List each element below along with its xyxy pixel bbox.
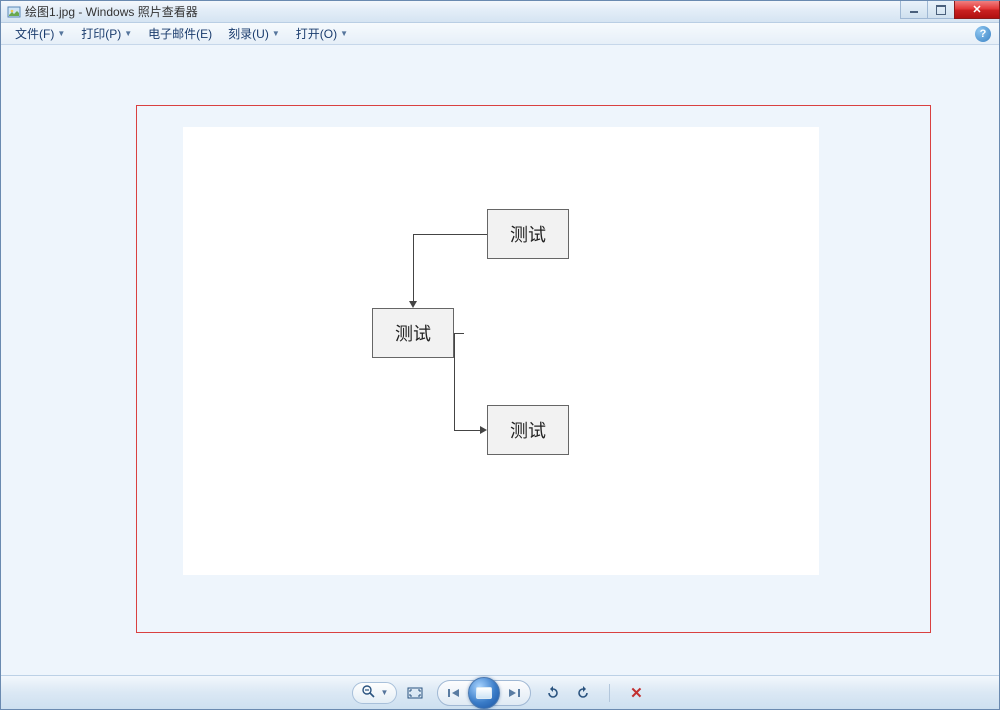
arrow-down-icon bbox=[409, 301, 417, 308]
viewer-toolbar: ▼ bbox=[1, 675, 999, 709]
diagram-connector bbox=[454, 430, 481, 431]
zoom-out-icon bbox=[361, 684, 375, 701]
menu-open-label: 打开(O) bbox=[296, 25, 337, 42]
chevron-down-icon: ▼ bbox=[272, 29, 280, 38]
menu-file-label: 文件(F) bbox=[15, 25, 54, 42]
diagram-box-1: 测试 bbox=[487, 209, 569, 259]
previous-button[interactable] bbox=[442, 681, 466, 705]
delete-icon: ✕ bbox=[630, 684, 643, 702]
diagram-box-2: 测试 bbox=[372, 308, 454, 358]
diagram-box-3-label: 测试 bbox=[510, 417, 546, 443]
app-icon bbox=[7, 5, 21, 19]
arrow-right-icon bbox=[480, 426, 487, 434]
photo-canvas: 测试 测试 测试 bbox=[183, 127, 819, 575]
chevron-down-icon: ▼ bbox=[124, 29, 132, 38]
chevron-down-icon: ▼ bbox=[340, 29, 348, 38]
diagram-box-2-label: 测试 bbox=[395, 320, 431, 346]
diagram-connector bbox=[413, 234, 487, 235]
menu-email[interactable]: 电子邮件(E) bbox=[140, 24, 220, 44]
slideshow-button[interactable] bbox=[468, 677, 500, 709]
help-button[interactable]: ? bbox=[975, 26, 991, 42]
menu-file[interactable]: 文件(F) ▼ bbox=[7, 24, 73, 44]
fit-icon bbox=[407, 686, 423, 700]
diagram-box-1-label: 测试 bbox=[510, 221, 546, 247]
navigation-group bbox=[437, 680, 531, 706]
next-button[interactable] bbox=[502, 681, 526, 705]
rotate-ccw-icon bbox=[545, 685, 561, 701]
maximize-button[interactable] bbox=[927, 1, 955, 19]
menu-burn-label: 刻录(U) bbox=[228, 25, 269, 42]
rotate-ccw-button[interactable] bbox=[541, 682, 565, 704]
fit-to-window-button[interactable] bbox=[403, 682, 427, 704]
zoom-group: ▼ bbox=[352, 682, 428, 704]
window-title: 绘图1.jpg - Windows 照片查看器 bbox=[25, 3, 198, 20]
diagram-connector bbox=[454, 333, 455, 430]
photo-viewport: 测试 测试 测试 bbox=[1, 45, 999, 675]
rotate-cw-button[interactable] bbox=[571, 682, 595, 704]
next-icon bbox=[507, 687, 521, 699]
app-window: 绘图1.jpg - Windows 照片查看器 文件(F) ▼ 打印(P) ▼ … bbox=[0, 0, 1000, 710]
menu-email-label: 电子邮件(E) bbox=[148, 25, 212, 42]
delete-button[interactable]: ✕ bbox=[624, 682, 648, 704]
menu-open[interactable]: 打开(O) ▼ bbox=[288, 24, 356, 44]
menu-burn[interactable]: 刻录(U) ▼ bbox=[220, 24, 288, 44]
menubar: 文件(F) ▼ 打印(P) ▼ 电子邮件(E) 刻录(U) ▼ 打开(O) ▼ … bbox=[1, 23, 999, 45]
titlebar: 绘图1.jpg - Windows 照片查看器 bbox=[1, 1, 999, 23]
rotate-group bbox=[541, 682, 595, 704]
diagram-connector bbox=[454, 333, 464, 334]
chevron-down-icon: ▼ bbox=[381, 688, 389, 697]
menu-print[interactable]: 打印(P) ▼ bbox=[73, 24, 140, 44]
diagram-connector bbox=[413, 234, 414, 302]
slideshow-icon bbox=[476, 687, 492, 699]
diagram-box-3: 测试 bbox=[487, 405, 569, 455]
menu-print-label: 打印(P) bbox=[81, 25, 121, 42]
zoom-button[interactable]: ▼ bbox=[352, 682, 398, 704]
close-button[interactable] bbox=[954, 1, 1000, 19]
separator bbox=[609, 684, 610, 702]
minimize-button[interactable] bbox=[900, 1, 928, 19]
window-controls bbox=[900, 1, 999, 21]
prev-icon bbox=[447, 687, 461, 699]
rotate-cw-icon bbox=[575, 685, 591, 701]
chevron-down-icon: ▼ bbox=[57, 29, 65, 38]
